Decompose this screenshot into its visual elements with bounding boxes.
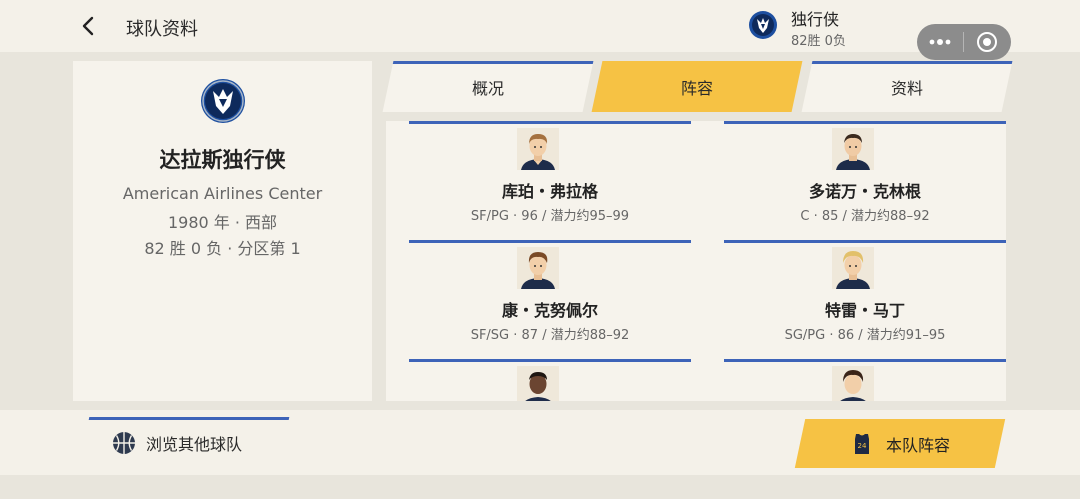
player-name: 库珀・弗拉格 — [501, 182, 598, 201]
player-name: 多诺万・克林根 — [808, 182, 921, 201]
header-team-name: 独行侠 — [791, 10, 840, 29]
player-avatar — [832, 366, 874, 401]
back-button[interactable] — [74, 12, 102, 40]
tab-info[interactable]: 资料 — [801, 61, 1013, 112]
player-avatar — [517, 247, 559, 289]
tab-overview[interactable]: 概况 — [382, 61, 594, 112]
player-avatar — [517, 128, 559, 170]
player-avatar — [832, 128, 874, 170]
header-team-record: 82胜 0负 — [791, 34, 846, 49]
player-card[interactable]: 康・克努佩尔 SF/SG · 87 / 潜力约88–92 — [409, 240, 691, 355]
mavericks-logo-icon — [201, 79, 245, 123]
page-title: 球队资料 — [126, 19, 198, 40]
back-icon — [82, 16, 94, 36]
browse-tab-indicator — [88, 417, 290, 420]
player-info: SG/PG · 86 / 潜力约91–95 — [784, 328, 946, 343]
team-founded-conference: 1980 年 · 西部 — [167, 213, 278, 232]
roster-list: 库珀・弗拉格 SF/PG · 96 / 潜力约95–99 多诺万・克林根 C ·… — [386, 121, 1006, 401]
player-avatar — [832, 247, 874, 289]
team-name: 达拉斯独行侠 — [159, 148, 286, 172]
player-card[interactable]: 特雷・马丁 SG/PG · 86 / 潜力约91–95 — [724, 240, 1006, 355]
player-card[interactable]: 库珀・弗拉格 SF/PG · 96 / 潜力约95–99 — [409, 121, 691, 236]
tab-roster[interactable]: 阵容 — [591, 61, 803, 112]
player-avatar — [517, 366, 559, 401]
player-card[interactable]: 多诺万・克林根 C · 85 / 潜力约88–92 — [724, 121, 1006, 236]
player-info: SF/PG · 96 / 潜力约95–99 — [470, 209, 630, 224]
browse-teams-button[interactable]: 浏览其他球队 — [112, 428, 242, 458]
browse-teams-label: 浏览其他球队 — [146, 435, 243, 454]
team-roster-button[interactable]: 24 本队阵容 — [794, 419, 1006, 468]
player-name: 特雷・马丁 — [824, 301, 905, 320]
player-info: C · 85 / 潜力约88–92 — [800, 209, 930, 224]
jersey-icon: 24 — [854, 433, 869, 454]
target-icon[interactable] — [964, 24, 1010, 60]
mini-program-capsule — [917, 24, 1011, 60]
tab-roster-label: 阵容 — [680, 78, 713, 98]
basketball-icon — [113, 432, 135, 454]
tab-info-label: 资料 — [890, 78, 923, 98]
more-dots-icon[interactable] — [917, 24, 963, 60]
mavericks-logo-icon — [749, 11, 777, 39]
svg-text:24: 24 — [858, 442, 867, 450]
player-name: 康・克努佩尔 — [501, 301, 598, 320]
player-card[interactable] — [409, 359, 691, 401]
player-card[interactable] — [724, 359, 1006, 401]
team-roster-label: 本队阵容 — [885, 435, 950, 455]
tab-overview-label: 概况 — [471, 78, 504, 98]
player-info: SF/SG · 87 / 潜力约88–92 — [470, 328, 630, 343]
team-record-rank: 82 胜 0 负 · 分区第 1 — [144, 239, 301, 258]
team-arena: American Airlines Center — [122, 184, 323, 203]
